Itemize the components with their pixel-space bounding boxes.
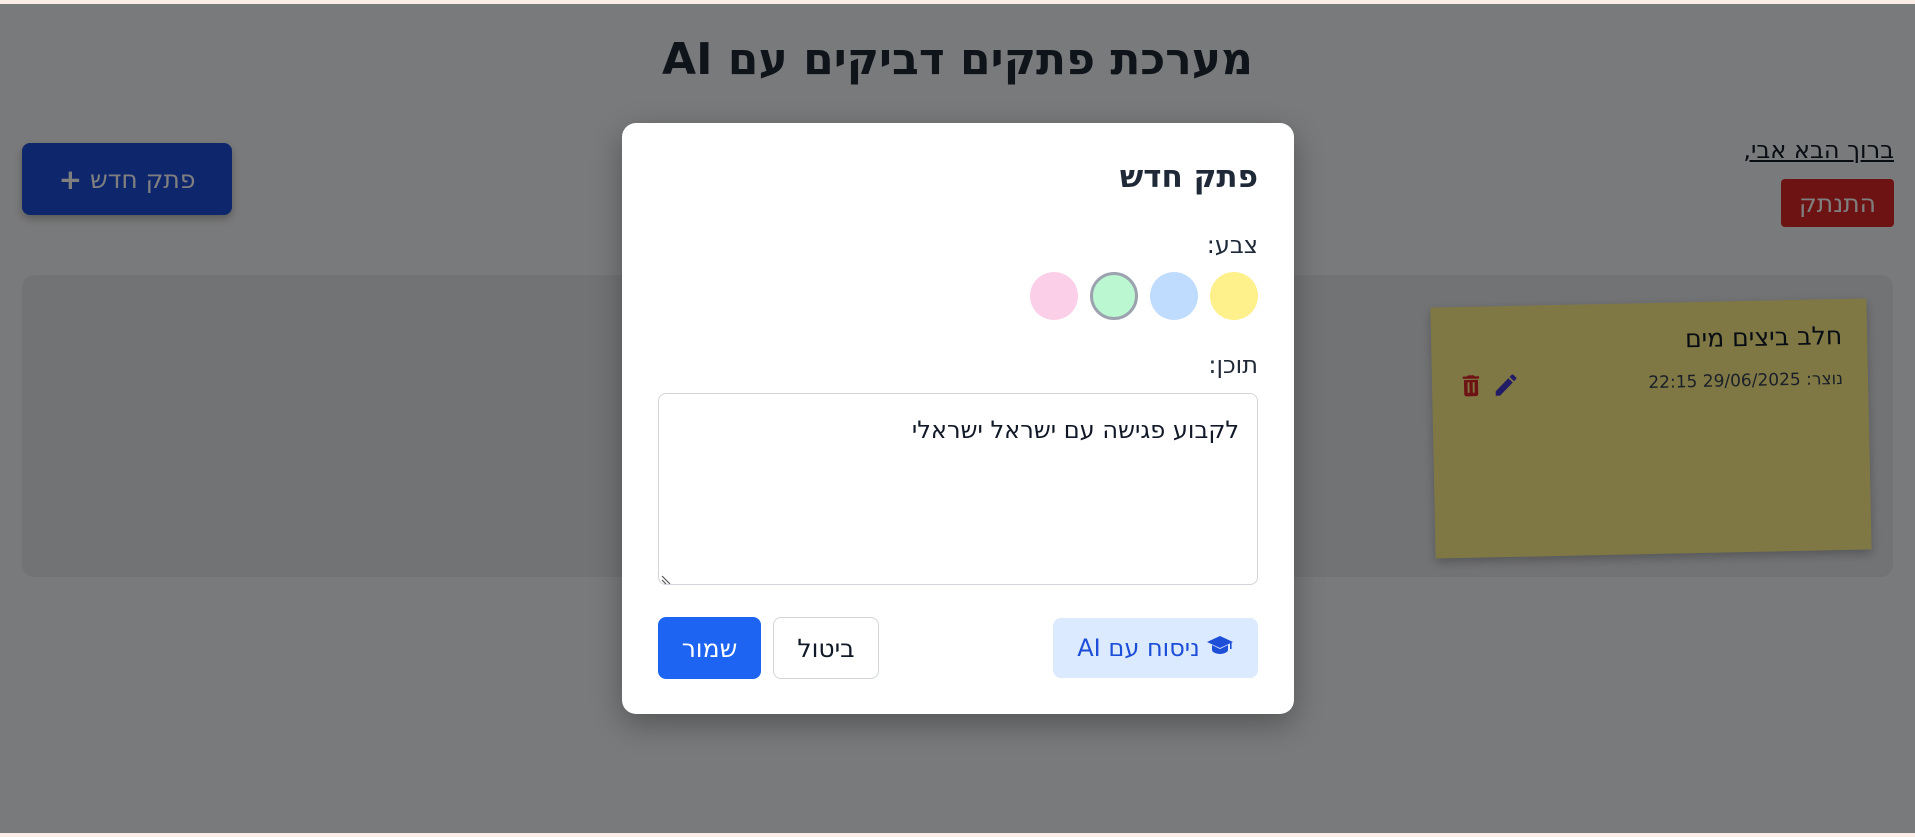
color-label: צבע:: [1206, 231, 1258, 259]
save-button[interactable]: שמור: [658, 617, 761, 679]
ai-rewrite-button[interactable]: ניסוח עם AI: [1053, 618, 1258, 678]
note-content-textarea[interactable]: לקבוע פגישה עם ישראל ישראלי: [658, 393, 1258, 585]
ai-rewrite-label: ניסוח עם AI: [1077, 634, 1200, 662]
color-swatch-pink[interactable]: [1030, 272, 1078, 320]
dialog-title: פתק חדש: [1119, 159, 1258, 195]
color-picker: [1030, 272, 1258, 320]
resize-grip-icon[interactable]: [660, 569, 674, 585]
color-swatch-yellow[interactable]: [1210, 272, 1258, 320]
color-swatch-blue[interactable]: [1150, 272, 1198, 320]
content-label: תוכן:: [1208, 351, 1258, 379]
new-note-dialog: פתק חדש צבע: תוכן: לקבוע פגישה עם ישראל …: [622, 123, 1294, 714]
cancel-button[interactable]: ביטול: [773, 617, 879, 679]
color-swatch-green[interactable]: [1090, 272, 1138, 320]
graduation-cap-icon: [1206, 633, 1234, 663]
